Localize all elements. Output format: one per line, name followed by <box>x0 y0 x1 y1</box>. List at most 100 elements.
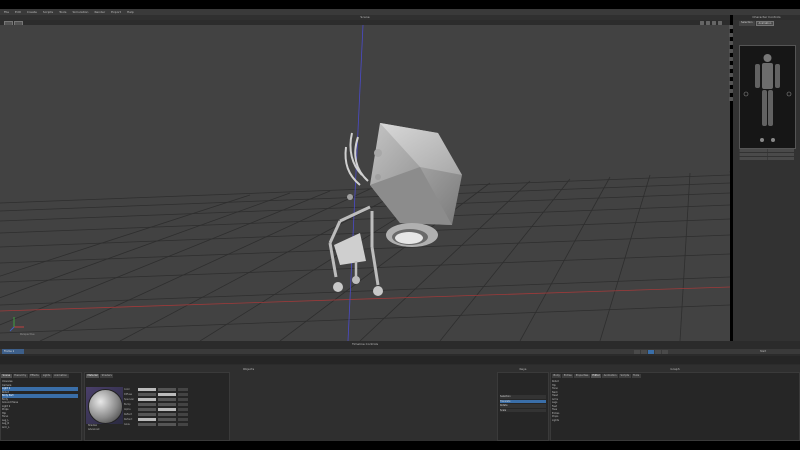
param-slider[interactable] <box>178 403 188 407</box>
timeline-scrubber[interactable] <box>0 356 800 364</box>
param-field[interactable] <box>138 393 156 397</box>
panel-tabs: Selection Animation <box>733 20 800 27</box>
tab-extras[interactable]: Extras <box>562 374 574 378</box>
tab-tools[interactable]: Tools <box>631 374 641 378</box>
material-preview-sphere[interactable] <box>88 389 123 424</box>
menu-create[interactable]: Create <box>27 10 37 14</box>
param-row-bump: Bump <box>124 403 226 407</box>
param-slider[interactable] <box>178 418 188 422</box>
param-slider[interactable] <box>178 388 188 392</box>
list-item[interactable]: Translate <box>500 399 546 403</box>
tab-scripts[interactable]: Scripts <box>619 374 631 378</box>
menu-scripts[interactable]: Scripts <box>43 10 53 14</box>
tab-material[interactable]: Material <box>86 374 100 378</box>
param-slider[interactable] <box>178 408 188 412</box>
param-label: Bump <box>124 403 131 407</box>
list-item[interactable]: Rotate <box>500 404 546 408</box>
param-label: Reflect <box>124 413 132 417</box>
list-item[interactable]: Arm_L <box>2 426 78 430</box>
panel-param-rows <box>739 149 794 161</box>
param-slider[interactable] <box>178 423 188 427</box>
menu-tools[interactable]: Tools <box>59 10 66 14</box>
letterbox-bottom <box>0 441 800 450</box>
tab-graph-animation[interactable]: Animation <box>602 374 619 378</box>
param-row-color: Color <box>124 388 226 392</box>
tab-editor[interactable]: Editor <box>590 374 602 378</box>
param-field[interactable] <box>158 403 176 407</box>
last-frame-button[interactable] <box>662 349 668 354</box>
tab-properties[interactable]: Properties <box>574 374 590 378</box>
param-field[interactable] <box>138 398 156 402</box>
param-field[interactable] <box>158 413 176 417</box>
param-label: Refract <box>124 418 133 422</box>
param-row[interactable] <box>739 149 794 152</box>
tab-scene[interactable]: Scene <box>1 374 12 378</box>
param-field[interactable] <box>158 398 176 402</box>
list-item[interactable]: Selection <box>500 395 546 399</box>
param-field[interactable] <box>158 408 176 412</box>
next-frame-button[interactable] <box>655 349 661 354</box>
material-params: Color Diffuse Specular Bump Alpha Reflec… <box>124 388 226 428</box>
tab-animation[interactable]: Animation <box>52 374 69 378</box>
range-label: Start <box>760 350 767 353</box>
tab-selection[interactable]: Selection <box>739 21 755 26</box>
menu-simulation[interactable]: Simulation <box>72 10 88 14</box>
tab-lights[interactable]: Lights <box>41 374 52 378</box>
play-button[interactable] <box>648 349 654 354</box>
tab-effects[interactable]: Effects <box>28 374 41 378</box>
advanced-checkbox[interactable]: Advanced <box>88 428 99 432</box>
param-slider[interactable] <box>178 393 188 397</box>
param-label: Alpha <box>124 408 131 412</box>
menu-file[interactable]: File <box>4 10 9 14</box>
menu-render[interactable]: Render <box>94 10 105 14</box>
tab-body[interactable]: Body <box>552 374 562 378</box>
move-icon[interactable] <box>700 20 704 25</box>
viewport-camera-label: Perspective <box>20 333 35 336</box>
param-field[interactable] <box>138 388 156 392</box>
param-field[interactable] <box>138 418 156 422</box>
scale-icon[interactable] <box>712 20 716 25</box>
tab-animation[interactable]: Animation <box>755 21 775 26</box>
param-row[interactable] <box>739 157 794 160</box>
graph-tree: Robot Hip Torso Neck Head Arms Legs Feet… <box>552 380 612 422</box>
current-frame-field[interactable]: Frame 1 <box>2 349 24 354</box>
param-row-glow: Glow <box>124 423 226 427</box>
param-slider[interactable] <box>178 413 188 417</box>
param-field[interactable] <box>138 413 156 417</box>
graph-tabs: Body Extras Properties Editor Animation … <box>552 374 641 378</box>
menu-export[interactable]: Export <box>111 10 121 14</box>
list-item[interactable]: Lights <box>552 419 612 423</box>
3d-viewport[interactable] <box>0 25 730 341</box>
material-options: Shadow Advanced <box>88 424 99 432</box>
rotate-icon[interactable] <box>706 20 710 25</box>
human-figure-icon <box>743 54 792 142</box>
param-field[interactable] <box>158 393 176 397</box>
tab-hierarchy[interactable]: Hierarchy <box>12 374 28 378</box>
param-field[interactable] <box>158 388 176 392</box>
param-slider[interactable] <box>178 398 188 402</box>
character-controls-panel: Character Controls Selection Animation <box>733 15 800 341</box>
playback-controls <box>634 349 668 354</box>
param-field[interactable] <box>138 423 156 427</box>
first-frame-button[interactable] <box>634 349 640 354</box>
param-field[interactable] <box>138 403 156 407</box>
menu-help[interactable]: Help <box>127 10 134 14</box>
material-tabs: Material Shaders <box>86 374 114 378</box>
letterbox-top <box>0 0 800 9</box>
param-row-alpha: Alpha <box>124 408 226 412</box>
param-field[interactable] <box>138 408 156 412</box>
tab-shaders[interactable]: Shaders <box>100 374 114 378</box>
body-figure-selector[interactable] <box>739 45 796 149</box>
menu-edit[interactable]: Edit <box>15 10 21 14</box>
timeline-panel: Timeline Controls Frame 1 Start <box>0 341 800 365</box>
param-field[interactable] <box>158 423 176 427</box>
select-icon[interactable] <box>718 20 722 25</box>
param-row[interactable] <box>739 153 794 156</box>
param-row-diffuse: Diffuse <box>124 393 226 397</box>
scene-tree: Universe Camera Light 1 Robot Body Part … <box>2 380 78 429</box>
param-row-specular: Specular <box>124 398 226 402</box>
prev-frame-button[interactable] <box>641 349 647 354</box>
list-item[interactable]: Scale <box>500 408 546 412</box>
param-field[interactable] <box>158 418 176 422</box>
timeline-bar <box>0 349 800 354</box>
